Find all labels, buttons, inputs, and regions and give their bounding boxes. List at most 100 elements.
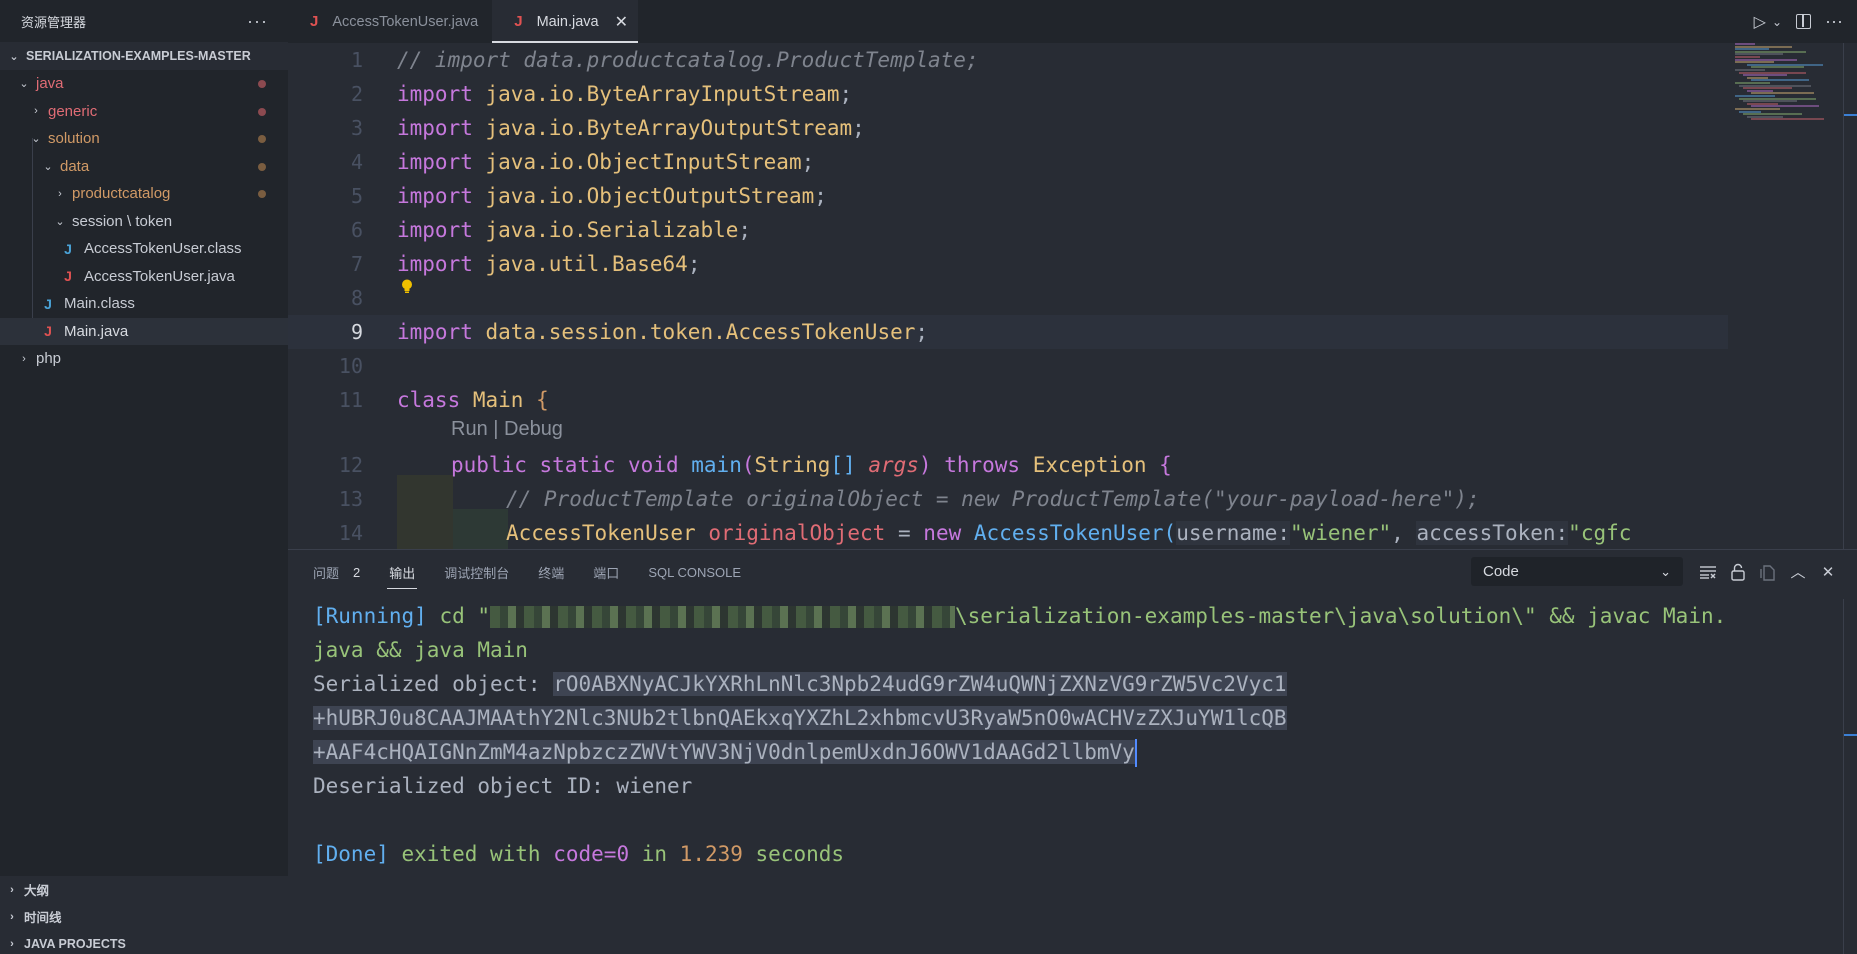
tree-item[interactable]: J AccessTokenUser.class [0, 235, 288, 263]
keyword: import [397, 218, 473, 242]
code-line: 10 [288, 349, 1728, 383]
close-panel-icon[interactable]: ✕ [1813, 557, 1843, 586]
tab-output[interactable]: 输出 [387, 550, 418, 595]
code-editor[interactable]: 1 // import data.productcatalog.ProductTe… [288, 43, 1857, 549]
more-actions-icon[interactable]: ··· [247, 11, 268, 32]
maximize-panel-icon[interactable]: ︿ [1783, 557, 1813, 586]
java-file-icon: J [64, 268, 72, 285]
tree-item[interactable]: ⌄ session \ token [0, 208, 288, 236]
select-value: Code [1483, 563, 1519, 580]
tab-terminal[interactable]: 终端 [538, 550, 564, 595]
line-number: 10 [338, 354, 363, 378]
line-number: 9 [350, 320, 363, 344]
java-file-icon: J [44, 295, 52, 312]
clear-output-icon[interactable] [1693, 557, 1723, 586]
lightbulb-icon[interactable] [401, 279, 413, 295]
code-line: 5 import java.io.ObjectOutputStream; [288, 179, 1728, 213]
exit-code: code=0 [553, 842, 630, 866]
editor-scrollbar[interactable] [1843, 43, 1857, 549]
running-tag: [Running] [313, 604, 427, 628]
tree-item[interactable]: ⌄ data [0, 153, 288, 181]
tree-item[interactable]: J AccessTokenUser.java [0, 263, 288, 291]
line-number: 12 [338, 453, 363, 477]
copy-icon[interactable] [1753, 557, 1783, 586]
tree-item[interactable]: ⌄ solution [0, 125, 288, 153]
variable: originalObject [708, 521, 886, 545]
unlock-icon[interactable] [1723, 557, 1753, 586]
minimap[interactable] [1735, 43, 1835, 123]
keyword: static [539, 453, 616, 477]
tab-accesstokenuser-java[interactable]: J AccessTokenUser.java [288, 0, 492, 43]
workspace-root[interactable]: ⌄ SERIALIZATION-EXAMPLES-MASTER [0, 42, 288, 70]
import-path: java.util.Base64 [485, 252, 688, 276]
java-file-icon: J [310, 13, 319, 30]
section-java-projects[interactable]: › JAVA PROJECTS [0, 930, 288, 954]
line-number: 1 [350, 48, 363, 72]
chevron-right-icon: › [34, 105, 38, 118]
chevron-down-icon: ⌄ [9, 50, 19, 63]
keyword: import [397, 184, 473, 208]
chevron-down-icon: ⌄ [1660, 563, 1671, 579]
tab-problems[interactable]: 问题 2 [313, 550, 360, 595]
class-name: Main [472, 388, 524, 412]
codelens-run-debug[interactable]: Run | Debug [451, 418, 563, 441]
tree-item-label: AccessTokenUser.java [84, 267, 235, 285]
line-number: 13 [338, 487, 363, 511]
run-icon[interactable]: ▷ [1754, 12, 1766, 32]
bottom-panel: 问题 2 输出 调试控制台 终端 端口 SQL CONSOLE Code ⌄ ︿ ✕… [288, 549, 1857, 954]
section-label: 时间线 [24, 911, 62, 925]
parameter: args [868, 453, 919, 477]
line-number: 2 [350, 82, 363, 106]
import-path: java.io.Serializable [485, 218, 739, 242]
tree-item[interactable]: › php [0, 345, 288, 373]
constructor-name: AccessTokenUser [973, 521, 1164, 545]
keyword: import [397, 252, 473, 276]
tab-label: 问题 [313, 566, 340, 581]
tab-label: 调试控制台 [444, 566, 510, 581]
tree-item[interactable]: J Main.java [0, 317, 288, 345]
output-log[interactable]: [Running] cd " \serialization-examples-ma… [313, 599, 1726, 871]
tab-main-java[interactable]: J Main.java ✕ [492, 0, 639, 43]
type-name: AccessTokenUser [506, 521, 696, 545]
code-text: // ProductTemplate originalObject = new … [506, 487, 1480, 511]
chevron-down-icon[interactable]: ⌄ [1772, 15, 1782, 29]
more-actions-icon[interactable]: ··· [1825, 11, 1843, 32]
sidebar-bottom-sections: › 大纲 › 时间线 › JAVA PROJECTS [0, 876, 288, 954]
panel-scrollbar[interactable] [1843, 599, 1857, 954]
method-name: main [691, 453, 742, 477]
keyword: void [628, 453, 679, 477]
explorer-header: 资源管理器 ··· [0, 0, 288, 42]
keyword: throws [944, 453, 1021, 477]
tree-item-label: Main.class [64, 295, 135, 313]
type-name: Exception [1032, 453, 1147, 477]
chevron-down-icon: ⌄ [31, 133, 41, 146]
line-number: 4 [350, 150, 363, 174]
explorer-title: 资源管理器 [21, 14, 87, 30]
done-text: exited with [388, 842, 554, 866]
file-tree: ⌄ java › generic ⌄ solution ⌄ data › productcatal… [0, 70, 288, 876]
code-line: 8 [288, 281, 1728, 315]
tree-item[interactable]: J Main.class [0, 290, 288, 318]
line-number: 8 [350, 286, 363, 310]
close-icon[interactable]: ✕ [615, 12, 628, 32]
chevron-right-icon: › [22, 352, 26, 365]
git-status-dot [258, 190, 266, 198]
tree-item[interactable]: › generic [0, 98, 288, 126]
scroll-marker [1844, 114, 1857, 116]
serialized-label: Serialized object: [313, 672, 554, 696]
section-label: 大纲 [24, 884, 50, 898]
split-editor-icon[interactable] [1796, 14, 1812, 29]
tree-item-label: solution [48, 130, 100, 148]
tree-item[interactable]: ⌄ java [0, 70, 288, 98]
tab-ports[interactable]: 端口 [593, 550, 619, 595]
tab-debug-console[interactable]: 调试控制台 [444, 550, 509, 595]
tree-item[interactable]: › productcatalog [0, 180, 288, 208]
workspace-root-label: SERIALIZATION-EXAMPLES-MASTER [26, 49, 251, 63]
line-number: 7 [350, 252, 363, 276]
output-channel-select[interactable]: Code ⌄ [1471, 557, 1683, 586]
line-number: 11 [338, 388, 363, 412]
section-label: JAVA PROJECTS [24, 936, 126, 951]
section-outline[interactable]: › 大纲 [0, 876, 288, 903]
section-timeline[interactable]: › 时间线 [0, 903, 288, 930]
tab-sql-console[interactable]: SQL CONSOLE [648, 550, 741, 595]
